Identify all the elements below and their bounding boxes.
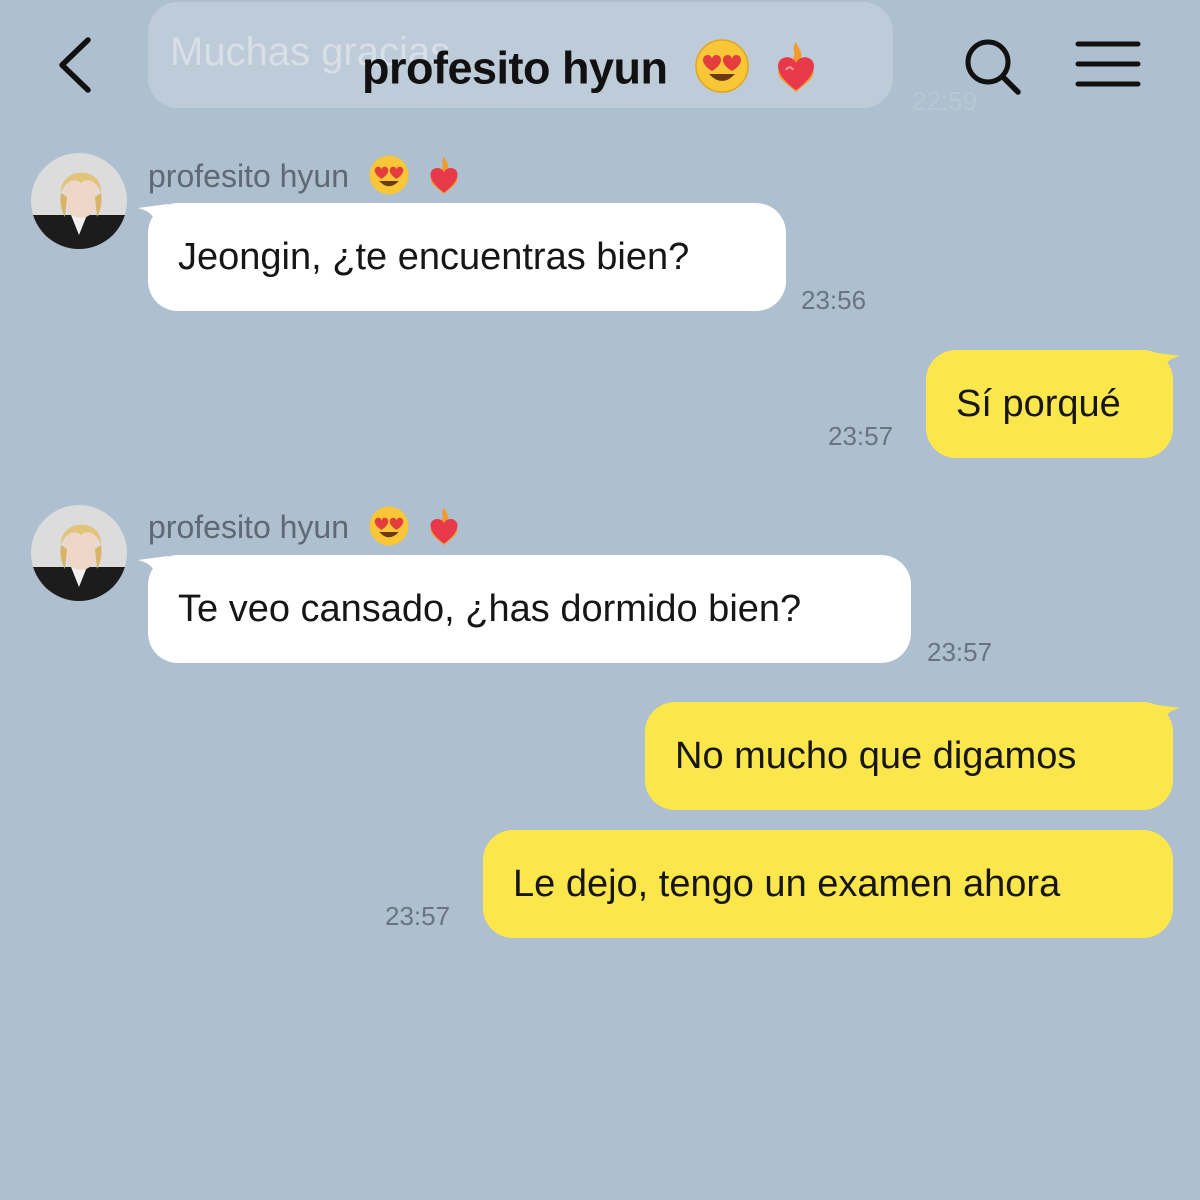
sender-name: profesito hyun bbox=[148, 152, 465, 205]
message-text: No mucho que digamos bbox=[675, 734, 1077, 777]
search-icon bbox=[965, 39, 1021, 95]
message-text: Te veo cansado, ¿has dormido bien? bbox=[178, 587, 802, 630]
chevron-left-icon bbox=[59, 37, 91, 93]
message-time: 23:56 bbox=[801, 285, 867, 315]
burning-heart-emoji bbox=[423, 152, 465, 205]
message-bubble-outgoing[interactable]: Le dejo, tengo un examen ahora bbox=[483, 830, 1173, 938]
sender-name-text: profesito hyun bbox=[148, 157, 350, 194]
message-text: Sí porqué bbox=[956, 382, 1121, 425]
chat-title-text: profesito hyun bbox=[362, 42, 668, 94]
message-time: 23:57 bbox=[828, 421, 894, 451]
heart-eyes-emoji bbox=[368, 505, 410, 555]
sender-name-text: profesito hyun bbox=[148, 508, 350, 545]
burning-heart-emoji bbox=[423, 503, 465, 556]
chat-title: profesito hyun bbox=[362, 36, 824, 107]
message-text: Le dejo, tengo un examen ahora bbox=[513, 862, 1061, 905]
chat-header: profesito hyun bbox=[0, 0, 1200, 130]
menu-button[interactable] bbox=[1074, 38, 1144, 94]
search-button[interactable] bbox=[960, 34, 1026, 100]
contact-avatar[interactable] bbox=[31, 153, 127, 249]
heart-eyes-emoji bbox=[368, 154, 410, 204]
menu-icon bbox=[1075, 41, 1141, 87]
sender-name: profesito hyun bbox=[148, 503, 465, 556]
message-time: 23:57 bbox=[385, 901, 451, 931]
message-bubble-outgoing[interactable]: No mucho que digamos bbox=[645, 702, 1173, 810]
message-bubble-incoming[interactable]: Te veo cansado, ¿has dormido bien? bbox=[148, 555, 911, 663]
message-text: Jeongin, ¿te encuentras bien? bbox=[178, 235, 690, 278]
contact-avatar[interactable] bbox=[31, 505, 127, 601]
chat-screen: Muchas gracias 22:59 profesito hyun prof… bbox=[0, 0, 1200, 1200]
heart-eyes-emoji bbox=[694, 38, 750, 105]
message-time: 23:57 bbox=[927, 637, 993, 667]
burning-heart-emoji bbox=[768, 36, 824, 107]
message-bubble-outgoing[interactable]: Sí porqué bbox=[926, 350, 1173, 458]
back-button[interactable] bbox=[48, 30, 108, 100]
message-bubble-incoming[interactable]: Jeongin, ¿te encuentras bien? bbox=[148, 203, 786, 311]
